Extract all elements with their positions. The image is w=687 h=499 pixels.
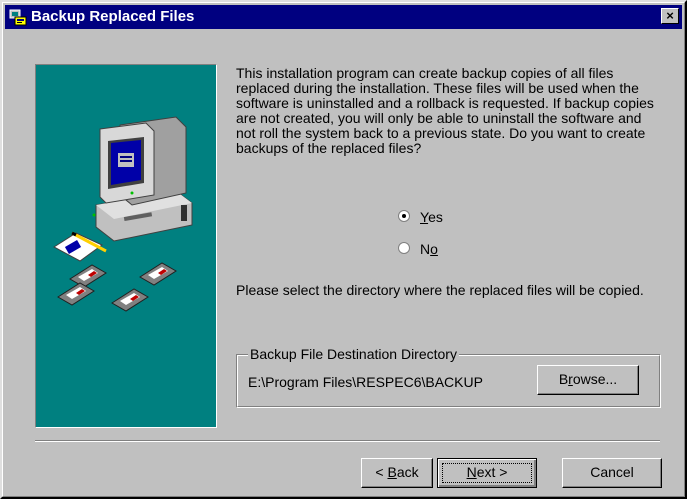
browse-button[interactable]: Browse...: [537, 365, 639, 395]
setup-icon: [9, 9, 27, 26]
back-button[interactable]: < Back: [361, 458, 433, 488]
dialog-window: Backup Replaced Files × This installatio…: [0, 0, 687, 499]
title-bar[interactable]: Backup Replaced Files ×: [5, 5, 682, 29]
next-button[interactable]: Next >: [437, 458, 537, 488]
radio-unchecked-icon[interactable]: [398, 242, 410, 254]
computer-disks-icon: [53, 116, 193, 312]
description-text: This installation program can create bac…: [236, 65, 654, 156]
next-label: Next >: [466, 464, 508, 480]
no-label[interactable]: No: [420, 241, 438, 257]
browse-label: Browse...: [558, 371, 618, 387]
select-directory-text: Please select the directory where the re…: [236, 282, 644, 298]
close-button[interactable]: ×: [661, 8, 679, 24]
back-label: < Back: [375, 464, 419, 480]
yes-label[interactable]: Yes: [420, 209, 443, 225]
destination-path: E:\Program Files\RESPEC6\BACKUP: [248, 374, 483, 390]
cancel-button[interactable]: Cancel: [562, 458, 662, 488]
radio-checked-icon[interactable]: [398, 210, 410, 222]
close-icon: ×: [666, 8, 674, 23]
destination-group-label: Backup File Destination Directory: [248, 346, 459, 362]
computer-illustration: [35, 64, 217, 428]
window-title: Backup Replaced Files: [31, 8, 195, 25]
separator: [35, 440, 660, 442]
cancel-label: Cancel: [590, 464, 634, 480]
